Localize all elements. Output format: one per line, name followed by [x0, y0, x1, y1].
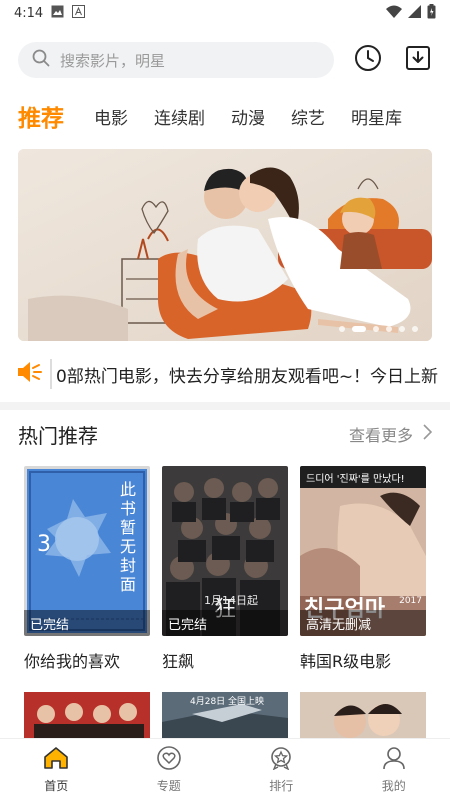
notice-divider [50, 359, 52, 389]
section-title: 热门推荐 [18, 423, 98, 448]
status-badge: 已完结 [162, 610, 288, 636]
poster: 3 此书暂无封面 已完结 [24, 466, 150, 636]
carousel-indicators [339, 326, 418, 332]
status-badge: 已完结 [24, 610, 150, 636]
nav-label: 首页 [44, 778, 69, 793]
nav-label: 我的 [381, 778, 406, 793]
movie-card-partial[interactable] [24, 692, 150, 740]
notice-text: 0部热门电影，快去分享给朋友观看吧~！今日上新 [56, 366, 439, 387]
status-time: 4:14 [14, 5, 44, 21]
poster-image [24, 692, 150, 740]
banner-carousel[interactable] [18, 149, 432, 341]
wifi-icon [386, 5, 402, 22]
heart-badge-icon [156, 745, 182, 774]
nav-ranking[interactable]: 排行 [225, 739, 338, 800]
card-title: 狂飙 [162, 652, 195, 671]
view-more-link[interactable]: 查看更多 [348, 422, 433, 446]
carousel-dot-active[interactable] [352, 326, 366, 332]
nav-topics[interactable]: 专题 [113, 739, 226, 800]
download-button[interactable] [404, 46, 432, 74]
movie-card-partial[interactable] [300, 692, 426, 740]
section-header: 热门推荐 查看更多 [18, 418, 433, 450]
banner-image [18, 149, 432, 341]
carousel-dot[interactable] [399, 326, 405, 332]
movie-card-partial[interactable]: 4月28日 全国上映 [162, 692, 288, 740]
tab-movies[interactable]: 电影 [94, 104, 128, 129]
poster: 狂 1月14日起 已完结 [162, 466, 288, 636]
poster-year: 2017 [399, 596, 422, 606]
poster-date-text: 4月28日 全国上映 [190, 697, 265, 707]
movie-card[interactable]: 친구엄마 드디어 '진짜'를 만났다! 2017 高清无删减 韩国R级电影 [300, 466, 426, 672]
tab-variety[interactable]: 综艺 [291, 104, 325, 129]
search-row: 搜索影片，明星 [18, 42, 432, 78]
movie-card[interactable]: 3 此书暂无封面 已完结 你给我的喜欢 [24, 466, 150, 672]
svg-text:3: 3 [37, 532, 51, 557]
status-badge: 高清无删减 [300, 610, 426, 636]
tab-series[interactable]: 连续剧 [154, 104, 205, 129]
download-icon [405, 45, 431, 75]
nav-label: 专题 [156, 778, 181, 793]
notice-bar[interactable]: 0部热门电影，快去分享给朋友观看吧~！今日上新 [0, 354, 450, 394]
poster-cover-text: 此书暂无封面 [119, 480, 136, 594]
poster-tagline: 드디어 '진짜'를 만났다! [306, 474, 405, 485]
gallery-notification-icon [51, 5, 64, 22]
category-tabs: 推荐 电影 连续剧 动漫 综艺 明星库 [18, 98, 438, 134]
chevron-right-icon [423, 424, 433, 444]
section-separator [0, 402, 450, 410]
poster-date-text: 1月14日起 [204, 594, 258, 607]
ranking-icon [268, 746, 294, 774]
tab-anime[interactable]: 动漫 [231, 104, 265, 129]
bottom-nav: 首页 专题 排行 我的 [0, 738, 450, 800]
search-input[interactable]: 搜索影片，明星 [18, 42, 334, 78]
poster-image [300, 692, 426, 740]
view-more-label: 查看更多 [348, 426, 413, 445]
search-placeholder: 搜索影片，明星 [60, 51, 166, 70]
clock-icon [354, 44, 382, 76]
tab-recommend[interactable]: 推荐 [18, 99, 64, 133]
card-title: 韩国R级电影 [300, 652, 392, 671]
poster: 친구엄마 드디어 '진짜'를 만났다! 2017 高清无删减 [300, 466, 426, 636]
card-title: 你给我的喜欢 [24, 652, 121, 671]
carousel-dot[interactable] [339, 326, 345, 332]
speaker-icon [16, 359, 42, 389]
carousel-dot[interactable] [373, 326, 379, 332]
battery-icon [427, 3, 436, 23]
nav-home[interactable]: 首页 [0, 739, 113, 800]
user-icon [381, 746, 407, 774]
font-notification-icon [72, 4, 86, 22]
nav-mine[interactable]: 我的 [338, 739, 450, 800]
movie-card[interactable]: 狂 1月14日起 已完结 狂飙 [162, 466, 288, 672]
tab-stars[interactable]: 明星库 [351, 104, 402, 129]
carousel-dot[interactable] [386, 326, 392, 332]
history-button[interactable] [354, 44, 382, 76]
search-icon [32, 49, 50, 71]
status-bar: 4:14 [0, 0, 450, 26]
nav-label: 排行 [269, 778, 294, 793]
signal-icon [408, 4, 421, 22]
carousel-dot[interactable] [412, 326, 418, 332]
home-icon [43, 746, 69, 774]
